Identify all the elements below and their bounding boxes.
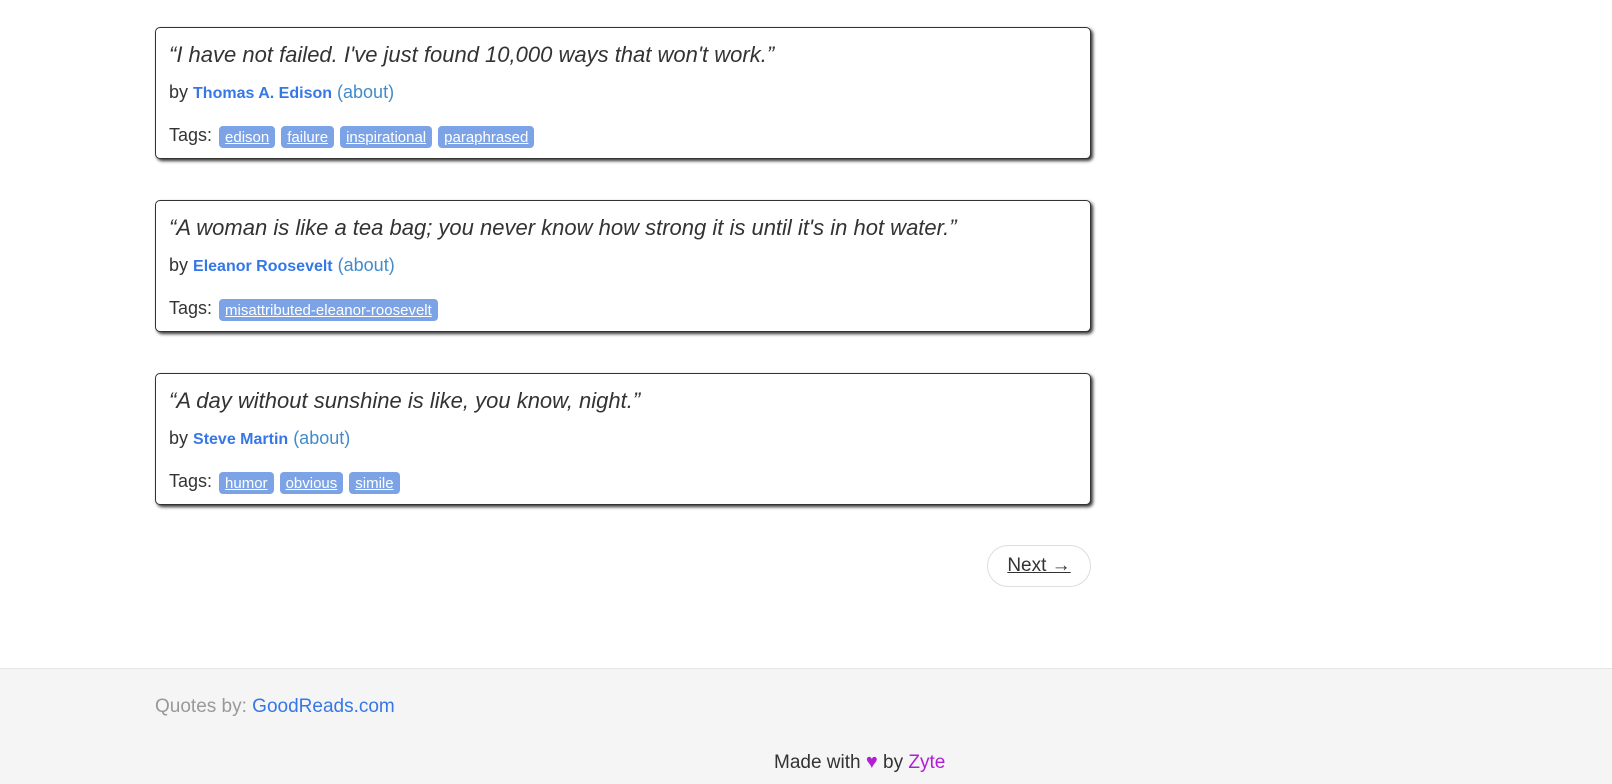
tags-label: Tags: (169, 470, 213, 491)
made-with-label: Made with (774, 752, 861, 773)
tags-label: Tags: (169, 297, 213, 318)
heart-icon: ♥ (865, 751, 878, 773)
quote-text: “A woman is like a tea bag; you never kn… (169, 215, 957, 240)
quote-byline: by Thomas A. Edison (about) (169, 82, 394, 103)
made-with-credit: Made with ♥ by Zyte (774, 751, 945, 774)
tag-link[interactable]: humor (219, 472, 274, 494)
tags-row: Tags: humor obvious simile (169, 468, 406, 494)
footer-credits: Quotes by: GoodReads.com (155, 696, 395, 718)
quote-text: “I have not failed. I've just found 10,0… (169, 42, 775, 67)
tags-row: Tags: misattributed-eleanor-roosevelt (169, 295, 444, 321)
tag-link[interactable]: inspirational (340, 126, 433, 148)
quote-card: “A day without sunshine is like, you kno… (155, 373, 1091, 505)
tags-row: Tags: edison failure inspirational parap… (169, 122, 540, 148)
author-about-link[interactable]: (about) (337, 82, 394, 102)
tags-label: Tags: (169, 124, 213, 145)
author-about-link[interactable]: (about) (338, 255, 395, 275)
by-label: by (169, 428, 189, 448)
quote-card: “I have not failed. I've just found 10,0… (155, 27, 1091, 159)
by-label: by (883, 752, 904, 773)
tag-link[interactable]: obvious (279, 472, 344, 494)
goodreads-link[interactable]: GoodReads.com (252, 696, 395, 717)
footer: Quotes by: GoodReads.com Made with ♥ by … (0, 668, 1612, 784)
author-about-link[interactable]: (about) (293, 428, 350, 448)
zyte-link[interactable]: Zyte (908, 752, 945, 773)
quotes-by-label: Quotes by: (155, 696, 247, 717)
next-page-button[interactable]: Next → (987, 545, 1091, 587)
author-name: Eleanor Roosevelt (193, 258, 333, 275)
author-name: Thomas A. Edison (193, 85, 333, 102)
tag-link[interactable]: failure (281, 126, 335, 148)
by-label: by (169, 82, 189, 102)
tag-link[interactable]: misattributed-eleanor-roosevelt (219, 299, 438, 321)
quote-card: “A woman is like a tea bag; you never kn… (155, 200, 1091, 332)
tag-link[interactable]: paraphrased (438, 126, 535, 148)
tag-link[interactable]: simile (349, 472, 400, 494)
tag-link[interactable]: edison (219, 126, 276, 148)
by-label: by (169, 255, 189, 275)
quote-byline: by Steve Martin (about) (169, 428, 350, 449)
author-name: Steve Martin (193, 431, 289, 448)
quote-byline: by Eleanor Roosevelt (about) (169, 255, 395, 276)
quote-text: “A day without sunshine is like, you kno… (169, 388, 641, 413)
